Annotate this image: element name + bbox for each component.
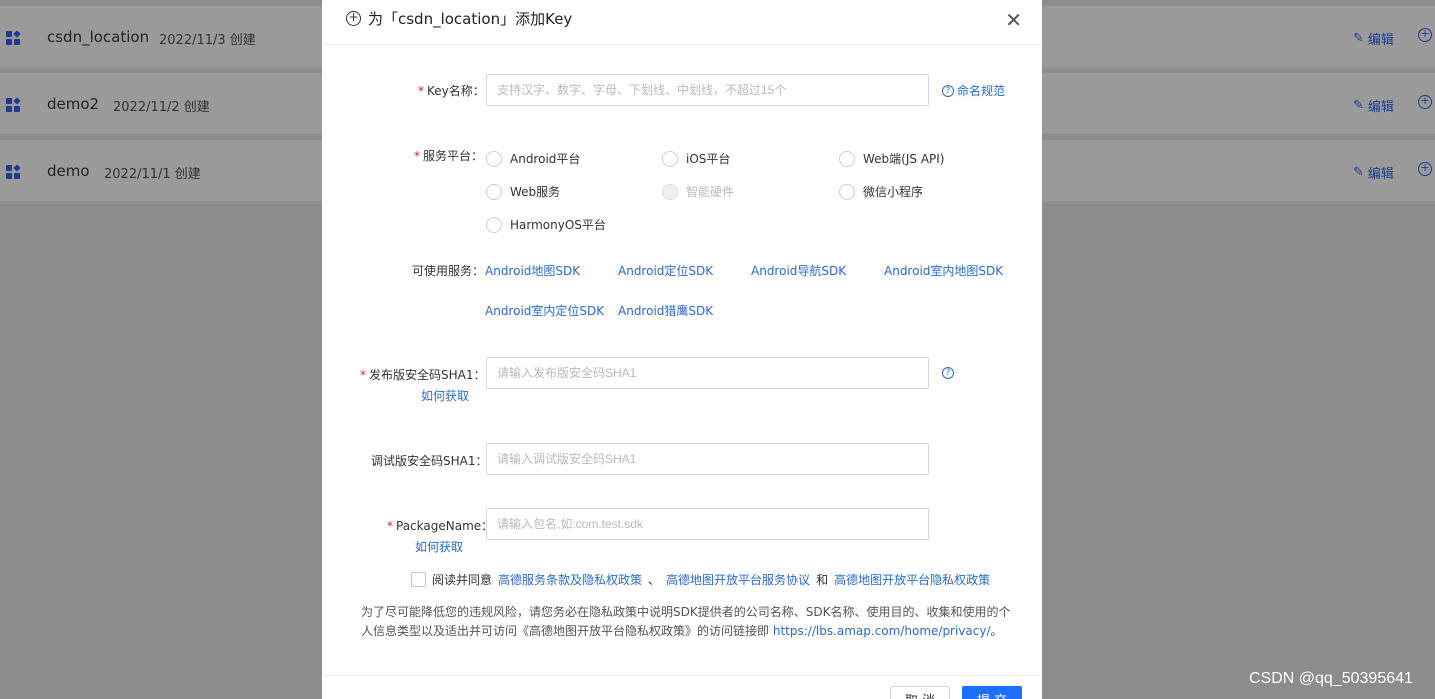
radio-circle <box>662 183 678 200</box>
debug-sha1-label: 调试版安全码SHA1： <box>371 454 488 468</box>
service-link[interactable]: Android导航SDK <box>751 262 846 279</box>
watermark: CSDN @qq_50395641 <box>1249 670 1413 687</box>
app-name: demo2 <box>47 95 100 113</box>
release-sha1-label: * 发布版安全码SHA1： <box>360 368 486 382</box>
radio-wechat-miniprogram[interactable]: 微信小程序 <box>839 183 923 200</box>
edit-icon: ✎ <box>1353 31 1364 46</box>
key-name-input[interactable] <box>486 74 929 106</box>
cancel-button[interactable]: 取 消 <box>890 686 951 699</box>
add-icon[interactable]: + <box>1418 28 1432 42</box>
app-name: csdn_location <box>47 28 150 46</box>
radio-ios[interactable]: iOS平台 <box>662 150 730 167</box>
key-name-label: * Key名称： <box>418 84 485 98</box>
package-name-label: * PackageName： <box>387 519 494 533</box>
privacy-notice: 为了尽可能降低您的违规风险，请您务必在隐私政策中说明SDK提供者的公司名称、SD… <box>361 603 1011 641</box>
privacy-policy-link[interactable]: 高德地图开放平台隐私权政策 <box>834 571 990 588</box>
app-date: 2022/11/1 创建 <box>104 167 201 182</box>
agreement-sep: 、 <box>648 573 661 587</box>
package-name-howto-link[interactable]: 如何获取 <box>415 538 463 555</box>
service-terms-link[interactable]: 高德服务条款及隐私权政策 <box>498 571 642 588</box>
app-grid-icon <box>6 97 21 113</box>
radio-circle <box>486 216 502 233</box>
services-label: 可使用服务： <box>412 264 485 278</box>
help-icon[interactable]: ? <box>942 367 954 379</box>
release-sha1-howto-link[interactable]: 如何获取 <box>421 387 469 404</box>
agreement-and: 和 <box>816 573 829 587</box>
radio-circle <box>839 150 855 167</box>
add-key-dialog: + 为「csdn_location」添加Key ✕ *Key名称： ?命名规范 … <box>322 0 1042 699</box>
platform-label: * 服务平台： <box>414 149 484 163</box>
app-date: 2022/11/3 创建 <box>159 33 256 48</box>
naming-rules-link[interactable]: ? 命名规范 <box>942 82 1005 99</box>
app-name: demo <box>47 162 90 180</box>
edit-button[interactable]: ✎ 编辑 <box>1353 29 1394 48</box>
notice-end: 。 <box>990 624 1003 638</box>
dialog-header: + 为「csdn_location」添加Key ✕ <box>322 0 1042 45</box>
edit-button[interactable]: ✎ 编辑 <box>1353 96 1394 115</box>
app-grid-icon <box>6 30 21 46</box>
radio-web-js-api[interactable]: Web端(JS API) <box>839 150 944 167</box>
dialog-title: + 为「csdn_location」添加Key <box>346 8 572 29</box>
submit-button[interactable]: 提 交 <box>962 686 1023 699</box>
add-icon[interactable]: + <box>1418 95 1432 109</box>
radio-circle <box>839 183 855 200</box>
help-icon: ? <box>942 84 954 97</box>
privacy-url-link[interactable]: https://lbs.amap.com/home/privacy/ <box>773 624 991 638</box>
radio-circle <box>486 150 502 167</box>
radio-circle <box>486 183 502 200</box>
dialog-title-text: 为「csdn_location」添加Key <box>368 10 573 28</box>
release-sha1-input[interactable] <box>486 357 929 389</box>
agreement-prefix: 阅读并同意 <box>432 573 493 587</box>
radio-web-service[interactable]: Web服务 <box>486 183 560 200</box>
debug-sha1-input[interactable] <box>486 443 929 475</box>
radio-android[interactable]: Android平台 <box>486 150 580 167</box>
platform-agreement-link[interactable]: 高德地图开放平台服务协议 <box>666 571 810 588</box>
add-circle-icon: + <box>346 11 361 26</box>
radio-smart-hardware: 智能硬件 <box>662 183 734 200</box>
service-link[interactable]: Android室内地图SDK <box>884 262 1003 279</box>
agreement-row: 阅读并同意 高德服务条款及隐私权政策 、 高德地图开放平台服务协议 和 高德地图… <box>411 571 990 588</box>
add-icon[interactable]: + <box>1418 162 1432 176</box>
package-name-input[interactable] <box>486 508 929 540</box>
edit-icon: ✎ <box>1353 165 1364 180</box>
service-link[interactable]: Android室内定位SDK <box>485 302 604 319</box>
service-link[interactable]: Android猎鹰SDK <box>618 302 713 319</box>
close-icon[interactable]: ✕ <box>1005 8 1022 32</box>
app-grid-icon <box>6 164 21 180</box>
radio-circle <box>662 150 678 167</box>
service-link[interactable]: Android定位SDK <box>618 262 713 279</box>
edit-icon: ✎ <box>1353 98 1364 113</box>
edit-button[interactable]: ✎ 编辑 <box>1353 163 1394 182</box>
app-date: 2022/11/2 创建 <box>113 100 210 115</box>
agreement-checkbox[interactable] <box>411 572 426 587</box>
radio-harmonyos[interactable]: HarmonyOS平台 <box>486 216 606 233</box>
service-link[interactable]: Android地图SDK <box>485 262 580 279</box>
